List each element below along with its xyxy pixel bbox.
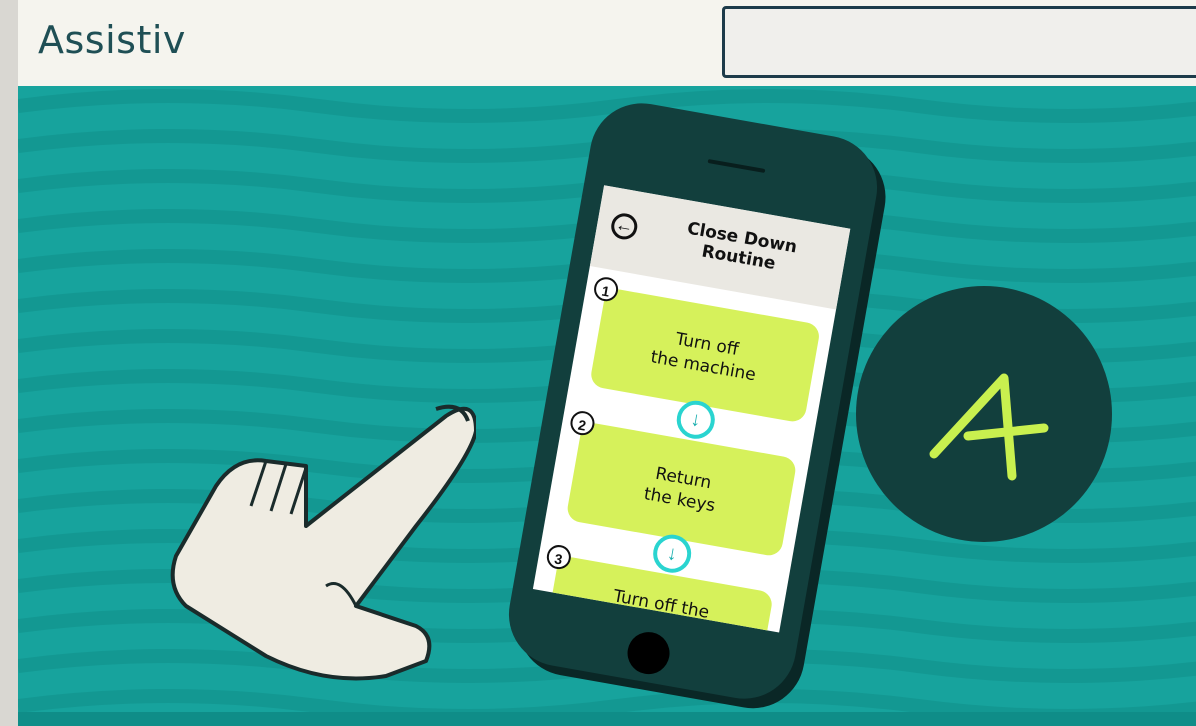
phone-body: ← Close Down Routine Turn off the machin… bbox=[500, 95, 886, 707]
app-title: Close Down Routine bbox=[663, 215, 818, 280]
home-button[interactable] bbox=[624, 628, 673, 678]
phone-speaker bbox=[707, 158, 766, 173]
phone-illustration: ← Close Down Routine Turn off the machin… bbox=[500, 86, 948, 712]
bottom-band bbox=[18, 712, 1196, 726]
search-input[interactable] bbox=[722, 6, 1196, 78]
pointing-hand bbox=[170, 404, 476, 681]
phone-screen: ← Close Down Routine Turn off the machin… bbox=[532, 185, 851, 633]
left-edge bbox=[0, 0, 18, 726]
back-arrow-icon[interactable]: ← bbox=[609, 211, 640, 242]
brand-logo[interactable]: Assistiv bbox=[38, 18, 186, 62]
illustration-stage: ← Close Down Routine Turn off the machin… bbox=[18, 86, 1196, 712]
step-3-line1: Turn off the bbox=[611, 586, 711, 623]
